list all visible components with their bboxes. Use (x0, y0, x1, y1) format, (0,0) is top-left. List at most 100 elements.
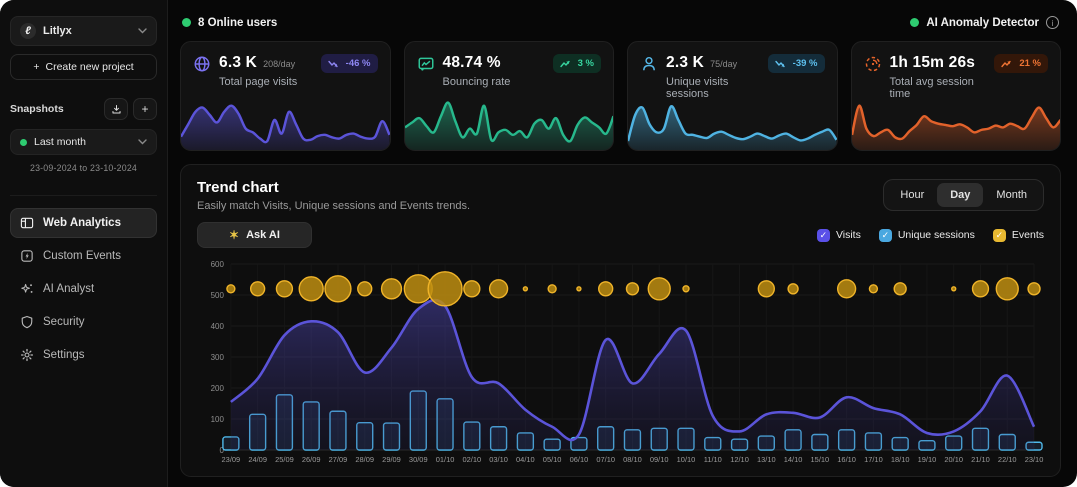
legend-unique-sessions[interactable]: ✓ Unique sessions (879, 229, 975, 242)
trend-badge: -46 % (321, 54, 378, 73)
svg-text:07/10: 07/10 (596, 455, 615, 464)
ask-ai-button[interactable]: ✶ Ask AI (197, 222, 312, 248)
timer-icon (864, 55, 882, 73)
sidebar-item-web-analytics[interactable]: Web Analytics (10, 208, 157, 238)
litlyx-logo-icon: ℓ (20, 23, 36, 39)
plus-icon: + (141, 102, 148, 116)
plus-icon: + (33, 61, 39, 73)
trend-chart-svg[interactable]: 010020030040050060023/0924/0925/0926/092… (197, 256, 1044, 468)
globe-icon (193, 55, 211, 73)
svg-text:100: 100 (211, 415, 225, 424)
stat-card-total-page-visits: 6.3 K 208/day Total page visits -46 % (180, 41, 391, 151)
info-icon[interactable]: i (1046, 16, 1059, 29)
project-name: Litlyx (43, 25, 131, 37)
checkbox-checked-icon[interactable]: ✓ (817, 229, 830, 242)
svg-text:08/10: 08/10 (623, 455, 642, 464)
range-day-button[interactable]: Day (937, 183, 983, 207)
svg-text:500: 500 (211, 291, 225, 300)
svg-text:21/10: 21/10 (971, 455, 990, 464)
topbar: 8 Online users AI Anomaly Detector i (180, 14, 1061, 41)
sparkle-icon: ✶ (229, 229, 239, 241)
create-project-button[interactable]: + Create new project (10, 54, 157, 80)
bounce-icon (417, 55, 435, 73)
svg-text:400: 400 (211, 322, 225, 331)
svg-text:12/10: 12/10 (730, 455, 749, 464)
chevron-down-icon (138, 28, 147, 34)
snapshot-status-dot (20, 139, 27, 146)
anomaly-detector-label: AI Anomaly Detector (926, 17, 1039, 29)
sidebar-item-ai-analyst[interactable]: AI Analyst (10, 274, 157, 304)
trend-down-icon (775, 60, 788, 68)
sidebar-item-custom-events[interactable]: Custom Events (10, 241, 157, 271)
sparkles-icon (20, 282, 34, 296)
sparkline-chart (852, 96, 1061, 150)
svg-text:18/10: 18/10 (891, 455, 910, 464)
svg-text:10/10: 10/10 (677, 455, 696, 464)
svg-text:25/09: 25/09 (275, 455, 294, 464)
gear-icon (20, 348, 34, 362)
svg-text:600: 600 (211, 260, 225, 269)
svg-text:05/10: 05/10 (543, 455, 562, 464)
trend-up-icon (560, 60, 573, 68)
svg-text:03/10: 03/10 (489, 455, 508, 464)
trend-badge: -39 % (768, 54, 825, 73)
trend-down-icon (328, 60, 341, 68)
sparkline-chart (628, 96, 837, 150)
browser-window-icon (20, 216, 34, 230)
svg-text:20/10: 20/10 (944, 455, 963, 464)
sidebar: ℓ Litlyx + Create new project Snapshots … (0, 0, 168, 487)
legend-events[interactable]: ✓ Events (993, 229, 1044, 242)
svg-text:30/09: 30/09 (409, 455, 428, 464)
trend-chart-area[interactable]: 010020030040050060023/0924/0925/0926/092… (197, 256, 1044, 468)
download-snapshot-button[interactable] (104, 98, 128, 120)
svg-text:28/09: 28/09 (355, 455, 374, 464)
chevron-down-icon (138, 139, 147, 145)
stat-cards-row: 6.3 K 208/day Total page visits -46 % (180, 41, 1061, 151)
legend-visits[interactable]: ✓ Visits (817, 229, 861, 242)
svg-text:02/10: 02/10 (462, 455, 481, 464)
checkbox-checked-icon[interactable]: ✓ (993, 229, 1006, 242)
svg-text:06/10: 06/10 (570, 455, 589, 464)
svg-text:01/10: 01/10 (436, 455, 455, 464)
online-status-dot (182, 18, 191, 27)
trend-chart-card: Trend chart Easily match Visits, Unique … (180, 164, 1061, 477)
svg-text:23/10: 23/10 (1025, 455, 1044, 464)
svg-text:11/10: 11/10 (704, 455, 722, 464)
project-selector[interactable]: ℓ Litlyx (10, 16, 157, 46)
svg-text:19/10: 19/10 (918, 455, 937, 464)
sparkline-chart (405, 96, 614, 150)
svg-text:14/10: 14/10 (784, 455, 803, 464)
snapshot-date-range: 23-09-2024 to 23-10-2024 (10, 163, 157, 173)
online-users-label: 8 Online users (198, 17, 277, 29)
svg-text:15/10: 15/10 (811, 455, 830, 464)
trend-up-icon (1001, 60, 1014, 68)
main-content: 8 Online users AI Anomaly Detector i 6.3… (168, 0, 1077, 487)
range-hour-button[interactable]: Hour (887, 183, 937, 207)
trend-badge: 3 % (553, 54, 601, 73)
sidebar-item-settings[interactable]: Settings (10, 340, 157, 370)
checkbox-checked-icon[interactable]: ✓ (879, 229, 892, 242)
event-bolt-icon (20, 249, 34, 263)
download-icon (111, 104, 122, 115)
sidebar-nav: Web Analytics Custom Events AI Analyst S… (10, 195, 157, 370)
sidebar-item-security[interactable]: Security (10, 307, 157, 337)
anomaly-status-dot (910, 18, 919, 27)
app-window: ℓ Litlyx + Create new project Snapshots … (0, 0, 1077, 487)
trend-subtitle: Easily match Visits, Unique sessions and… (197, 200, 470, 212)
range-month-button[interactable]: Month (983, 183, 1040, 207)
svg-text:300: 300 (211, 353, 225, 362)
snapshots-label: Snapshots (10, 103, 99, 115)
chart-legend: ✓ Visits ✓ Unique sessions ✓ Events (817, 229, 1044, 242)
svg-text:23/09: 23/09 (222, 455, 241, 464)
stat-card-bouncing-rate: 48.74 % Bouncing rate 3 % (404, 41, 615, 151)
svg-text:13/10: 13/10 (757, 455, 776, 464)
snapshot-select[interactable]: Last month (10, 129, 157, 155)
sparkline-chart (181, 96, 390, 150)
svg-text:22/10: 22/10 (998, 455, 1017, 464)
trend-badge: 21 % (994, 54, 1048, 73)
add-snapshot-button[interactable]: + (133, 98, 157, 120)
svg-text:27/09: 27/09 (329, 455, 348, 464)
svg-text:04/10: 04/10 (516, 455, 535, 464)
stat-card-avg-session-time: 1h 15m 26s Total avg session time 21 % (851, 41, 1062, 151)
person-icon (640, 55, 658, 73)
